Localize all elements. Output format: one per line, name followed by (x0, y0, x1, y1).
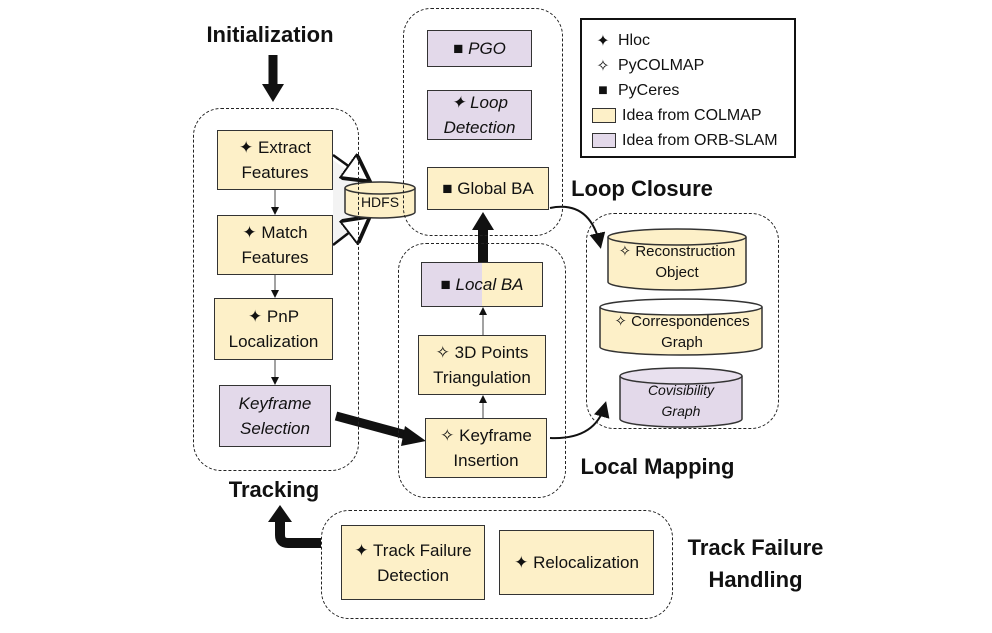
track-failure-label: Track Failure Handling (687, 535, 824, 592)
pyceres-icon: ■ (453, 39, 464, 58)
hloc-icon: ✦ (596, 32, 610, 50)
pgo-box: ■ PGO (427, 30, 532, 67)
pycolmap-icon: ✧ (596, 57, 610, 75)
global-ba-text: Global BA (457, 179, 534, 198)
colmap-swatch (592, 108, 616, 123)
legend-pycolmap: ✧ PyCOLMAP (592, 53, 784, 78)
track-failure-detection-text: Track Failure Detection (373, 540, 472, 585)
keyframe-selection-box: Keyframe Selection (219, 385, 331, 447)
reconstruction-label: ✧ Reconstruction Object (612, 241, 742, 283)
relocalization-text: Relocalization (533, 553, 639, 572)
hloc-icon: ✦ (239, 138, 254, 157)
keyframe-insertion-text: Keyframe Insertion (453, 426, 532, 470)
reconstruction-text: Reconstruction Object (635, 243, 736, 281)
pycolmap-icon: ✧ (614, 313, 627, 330)
extract-features-box: ✦ Extract Features (217, 130, 333, 190)
legend-colmap: Idea from COLMAP (592, 103, 784, 128)
covisibility-label: Covisibility Graph (647, 382, 715, 419)
legend-hloc: ✦ Hloc (592, 28, 784, 53)
pnp-box: ✦ PnP Localization (214, 298, 333, 360)
initialization-label: Initialization (206, 22, 334, 47)
global-ba-box: ■ Global BA (427, 167, 549, 210)
pyceres-icon: ■ (440, 275, 451, 294)
tracking-label: Tracking (228, 477, 320, 502)
local-ba-box: ■ Local BA (421, 262, 543, 307)
hloc-icon: ✦ (242, 223, 257, 242)
pycolmap-icon: ✧ (440, 426, 455, 445)
correspondences-label: ✧ Correspondences Graph (602, 311, 762, 353)
pyceres-icon: ■ (598, 81, 608, 99)
local-ba-text: Local BA (455, 275, 524, 294)
keyframe-insertion-box: ✧ Keyframe Insertion (425, 418, 547, 478)
legend-colmap-text: Idea from COLMAP (622, 106, 762, 124)
legend-hloc-text: Hloc (618, 31, 651, 49)
legend-orbslam-text: Idea from ORB-SLAM (622, 131, 778, 149)
hloc-icon: ✦ (247, 307, 263, 326)
pycolmap-icon: ✧ (618, 243, 632, 260)
legend-orbslam: Idea from ORB-SLAM (592, 128, 784, 153)
match-features-box: ✦ Match Features (217, 215, 333, 275)
relocalization-box: ✦ Relocalization (499, 530, 654, 595)
pnp-text: PnP Localization (228, 307, 319, 351)
legend-pyceres: ■ PyCeres (592, 78, 784, 103)
loop-detection-box: ✦ Loop Detection (427, 90, 532, 140)
correspondences-text: Correspondences Graph (631, 313, 750, 351)
track-failure-detection-box: ✦ Track Failure Detection (341, 525, 485, 600)
hloc-icon: ✦ (514, 553, 529, 572)
loop-closure-label: Loop Closure (571, 176, 713, 201)
orbslam-swatch (592, 133, 616, 148)
local-mapping-label: Local Mapping (580, 454, 735, 479)
legend-pyceres-text: PyCeres (618, 81, 680, 99)
legend-pycolmap-text: PyCOLMAP (618, 56, 705, 74)
diagram: Initialization Tracking ✦ Extract Featur… (0, 0, 992, 633)
pycolmap-icon: ✧ (435, 343, 450, 362)
legend: ✦ Hloc ✧ PyCOLMAP ■ PyCeres Idea from COLMA… (580, 18, 796, 158)
triangulation-box: ✧ 3D Points Triangulation (418, 335, 546, 395)
hloc-icon: ✦ (451, 93, 466, 112)
pgo-text: PGO (468, 39, 506, 58)
hloc-icon: ✦ (354, 540, 369, 560)
pyceres-icon: ■ (442, 179, 453, 198)
